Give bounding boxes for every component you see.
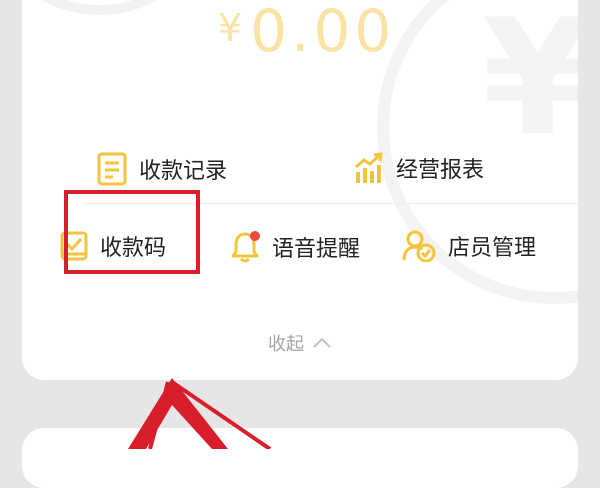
arrow-icon	[128, 378, 272, 449]
pointer-arrow-annotation	[128, 378, 272, 449]
